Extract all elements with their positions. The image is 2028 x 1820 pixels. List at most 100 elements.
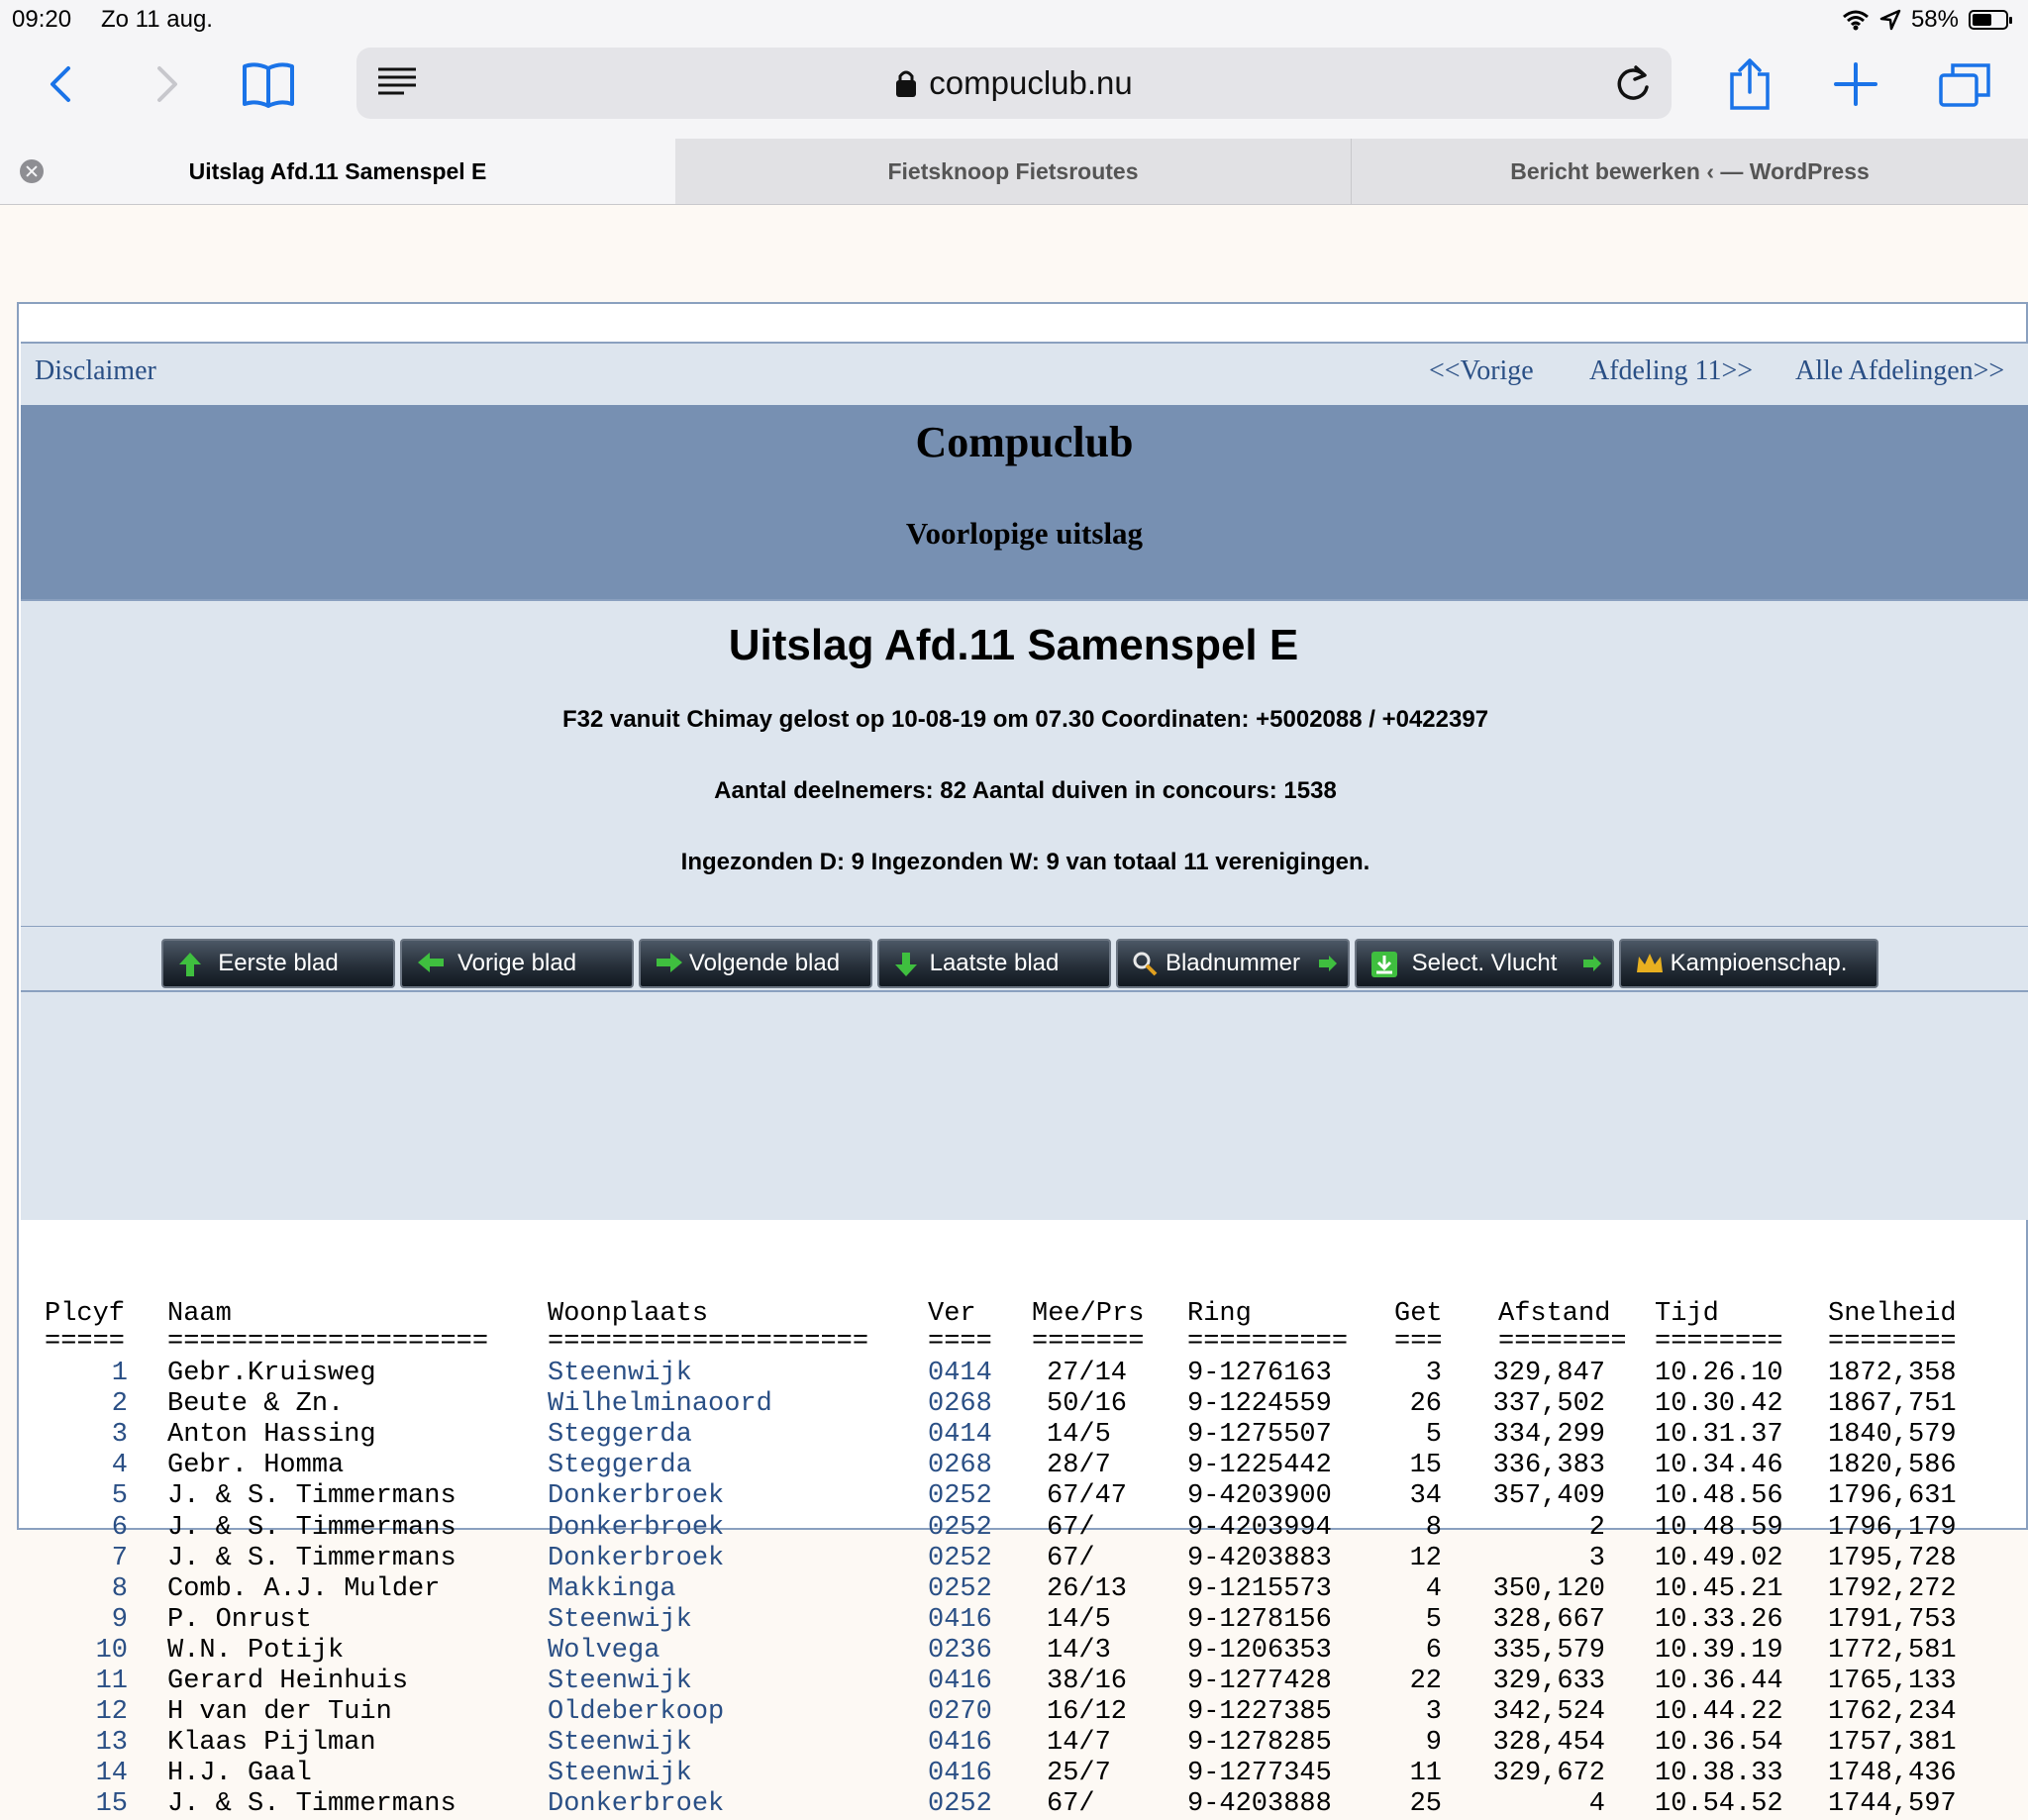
cell-mee-prs: 25/7: [1047, 1759, 1111, 1789]
cell-woonplaats[interactable]: Steenwijk: [548, 1759, 692, 1788]
prev-link[interactable]: <<Vorige: [1429, 355, 1534, 387]
cell-mee-prs: 14/5: [1047, 1420, 1111, 1451]
tab-wordpress[interactable]: Bericht bewerken ‹ — WordPress: [1351, 139, 2028, 204]
cell-plcyf[interactable]: 5: [112, 1481, 128, 1511]
cell-ver[interactable]: 0252: [928, 1789, 992, 1819]
cell-plcyf[interactable]: 1: [112, 1359, 128, 1388]
url-display[interactable]: compuclub.nu: [356, 48, 1672, 119]
cell-ver[interactable]: 0416: [928, 1667, 992, 1696]
cell-woonplaats[interactable]: Steggerda: [548, 1451, 692, 1480]
cell-woonplaats[interactable]: Wilhelminaoord: [548, 1389, 772, 1419]
cell-tijd: 10.26.10: [1655, 1359, 1783, 1388]
cell-plcyf[interactable]: 11: [96, 1667, 128, 1696]
tab-strip: Uitslag Afd.11 Samenspel E Fietsknoop Fi…: [0, 139, 2028, 205]
col-separator: ====================: [167, 1327, 489, 1357]
cell-plcyf[interactable]: 9: [112, 1605, 128, 1635]
race-title: Uitslag Afd.11 Samenspel E: [728, 621, 1299, 669]
bladnummer-button[interactable]: Bladnummer: [1116, 939, 1350, 988]
tab-fietsknoop[interactable]: Fietsknoop Fietsroutes: [675, 139, 1351, 204]
cell-woonplaats[interactable]: Steenwijk: [548, 1605, 692, 1635]
laatste-blad-button[interactable]: Laatste blad: [877, 939, 1111, 988]
kampioenschap-button[interactable]: Kampioenschap.: [1619, 939, 1878, 988]
cell-woonplaats[interactable]: Donkerbroek: [548, 1789, 724, 1819]
race-participants: Aantal deelnemers: 82 Aantal duiven in c…: [714, 777, 1337, 804]
cell-plcyf[interactable]: 10: [96, 1636, 128, 1666]
cell-ver[interactable]: 0252: [928, 1481, 992, 1511]
cell-plcyf[interactable]: 6: [112, 1513, 128, 1543]
cell-woonplaats[interactable]: Steggerda: [548, 1420, 692, 1450]
cell-woonplaats[interactable]: Steenwijk: [548, 1728, 692, 1758]
cell-woonplaats[interactable]: Oldeberkoop: [548, 1697, 724, 1727]
col-header: Ver: [928, 1299, 976, 1329]
table-row: 5 J. & S. Timmermans Donkerbroek 0252 67/47 9…: [21, 1481, 2028, 1512]
col-separator: ====================: [548, 1327, 869, 1357]
cell-ver[interactable]: 0252: [928, 1513, 992, 1543]
disclaimer-link[interactable]: Disclaimer: [35, 355, 156, 387]
cell-woonplaats[interactable]: Wolvega: [548, 1636, 659, 1666]
cell-tijd: 10.36.44: [1655, 1667, 1783, 1696]
cell-woonplaats[interactable]: Steenwijk: [548, 1667, 692, 1696]
cell-ver[interactable]: 0268: [928, 1389, 992, 1419]
alle-afdelingen-link[interactable]: Alle Afdelingen>>: [1795, 355, 2004, 387]
new-tab-icon[interactable]: [1834, 59, 1877, 109]
tabs-icon[interactable]: [1939, 59, 1990, 109]
cell-plcyf[interactable]: 15: [96, 1789, 128, 1819]
button-label: Select. Vlucht: [1411, 950, 1558, 976]
cell-afstand: 335,579: [1492, 1635, 1605, 1666]
cell-afstand: 329,633: [1492, 1667, 1605, 1696]
col-separator: ====: [928, 1327, 992, 1357]
cell-plcyf[interactable]: 3: [112, 1420, 128, 1450]
page-frame: Disclaimer <<Vorige Afdeling 11>> Alle A…: [17, 302, 2028, 1819]
afdeling-link[interactable]: Afdeling 11>>: [1589, 355, 1753, 387]
cell-mee-prs: 67/47: [1047, 1481, 1128, 1512]
cell-mee-prs: 27/14: [1047, 1359, 1128, 1388]
back-icon[interactable]: [44, 59, 77, 109]
cell-woonplaats[interactable]: Donkerbroek: [548, 1544, 724, 1573]
page-nav: Disclaimer <<Vorige Afdeling 11>> Alle A…: [21, 342, 2028, 407]
cell-afstand: 3: [1588, 1543, 1605, 1573]
cell-ver[interactable]: 0252: [928, 1574, 992, 1604]
cell-ver[interactable]: 0252: [928, 1544, 992, 1573]
share-icon[interactable]: [1727, 58, 1773, 110]
close-tab-icon[interactable]: [20, 159, 44, 183]
volgende-blad-button[interactable]: Volgende blad: [639, 939, 872, 988]
cell-plcyf[interactable]: 12: [96, 1697, 128, 1727]
page-subtitle: Voorlopige uitslag: [905, 516, 1144, 551]
cell-snelheid: 1791,753: [1828, 1604, 1957, 1635]
cell-plcyf[interactable]: 7: [112, 1544, 128, 1573]
cell-snelheid: 1796,179: [1828, 1512, 1957, 1543]
cell-naam: Gebr.Kruisweg: [167, 1359, 376, 1388]
cell-plcyf[interactable]: 4: [112, 1451, 128, 1480]
cell-ver[interactable]: 0236: [928, 1636, 992, 1666]
cell-ring: 9-1278156: [1187, 1604, 1332, 1635]
cell-ver[interactable]: 0416: [928, 1759, 992, 1788]
cell-ver[interactable]: 0416: [928, 1605, 992, 1635]
cell-mee-prs: 28/7: [1047, 1451, 1111, 1481]
cell-woonplaats[interactable]: Donkerbroek: [548, 1481, 724, 1511]
cell-woonplaats[interactable]: Donkerbroek: [548, 1513, 724, 1543]
tab-uitslag[interactable]: Uitslag Afd.11 Samenspel E: [0, 139, 675, 204]
cell-plcyf[interactable]: 13: [96, 1728, 128, 1758]
cell-afstand: 336,383: [1492, 1451, 1605, 1481]
cell-woonplaats[interactable]: Makkinga: [548, 1574, 676, 1604]
cell-ver[interactable]: 0270: [928, 1697, 992, 1727]
cell-woonplaats[interactable]: Steenwijk: [548, 1359, 692, 1388]
vorige-blad-button[interactable]: Vorige blad: [400, 939, 634, 988]
reload-icon[interactable]: [1614, 63, 1652, 108]
table-row: 9 P. Onrust Steenwijk 0416 14/5 9-1278156 5 328…: [21, 1605, 2028, 1636]
address-bar[interactable]: compuclub.nu: [356, 48, 1672, 119]
cell-ver[interactable]: 0416: [928, 1728, 992, 1758]
select-vlucht-button[interactable]: Select. Vlucht: [1355, 939, 1614, 988]
cell-snelheid: 1762,234: [1828, 1697, 1957, 1728]
eerste-blad-button[interactable]: Eerste blad: [161, 939, 395, 988]
cell-plcyf[interactable]: 14: [96, 1759, 128, 1788]
cell-ver[interactable]: 0268: [928, 1451, 992, 1480]
cell-plcyf[interactable]: 2: [112, 1389, 128, 1419]
forward-icon[interactable]: [151, 59, 184, 109]
bookmarks-icon[interactable]: [240, 59, 297, 109]
cell-ver[interactable]: 0414: [928, 1359, 992, 1388]
cell-naam: Gerard Heinhuis: [167, 1667, 409, 1696]
cell-ver[interactable]: 0414: [928, 1420, 992, 1450]
cell-plcyf[interactable]: 8: [112, 1574, 128, 1604]
cell-tijd: 10.48.56: [1655, 1481, 1783, 1512]
